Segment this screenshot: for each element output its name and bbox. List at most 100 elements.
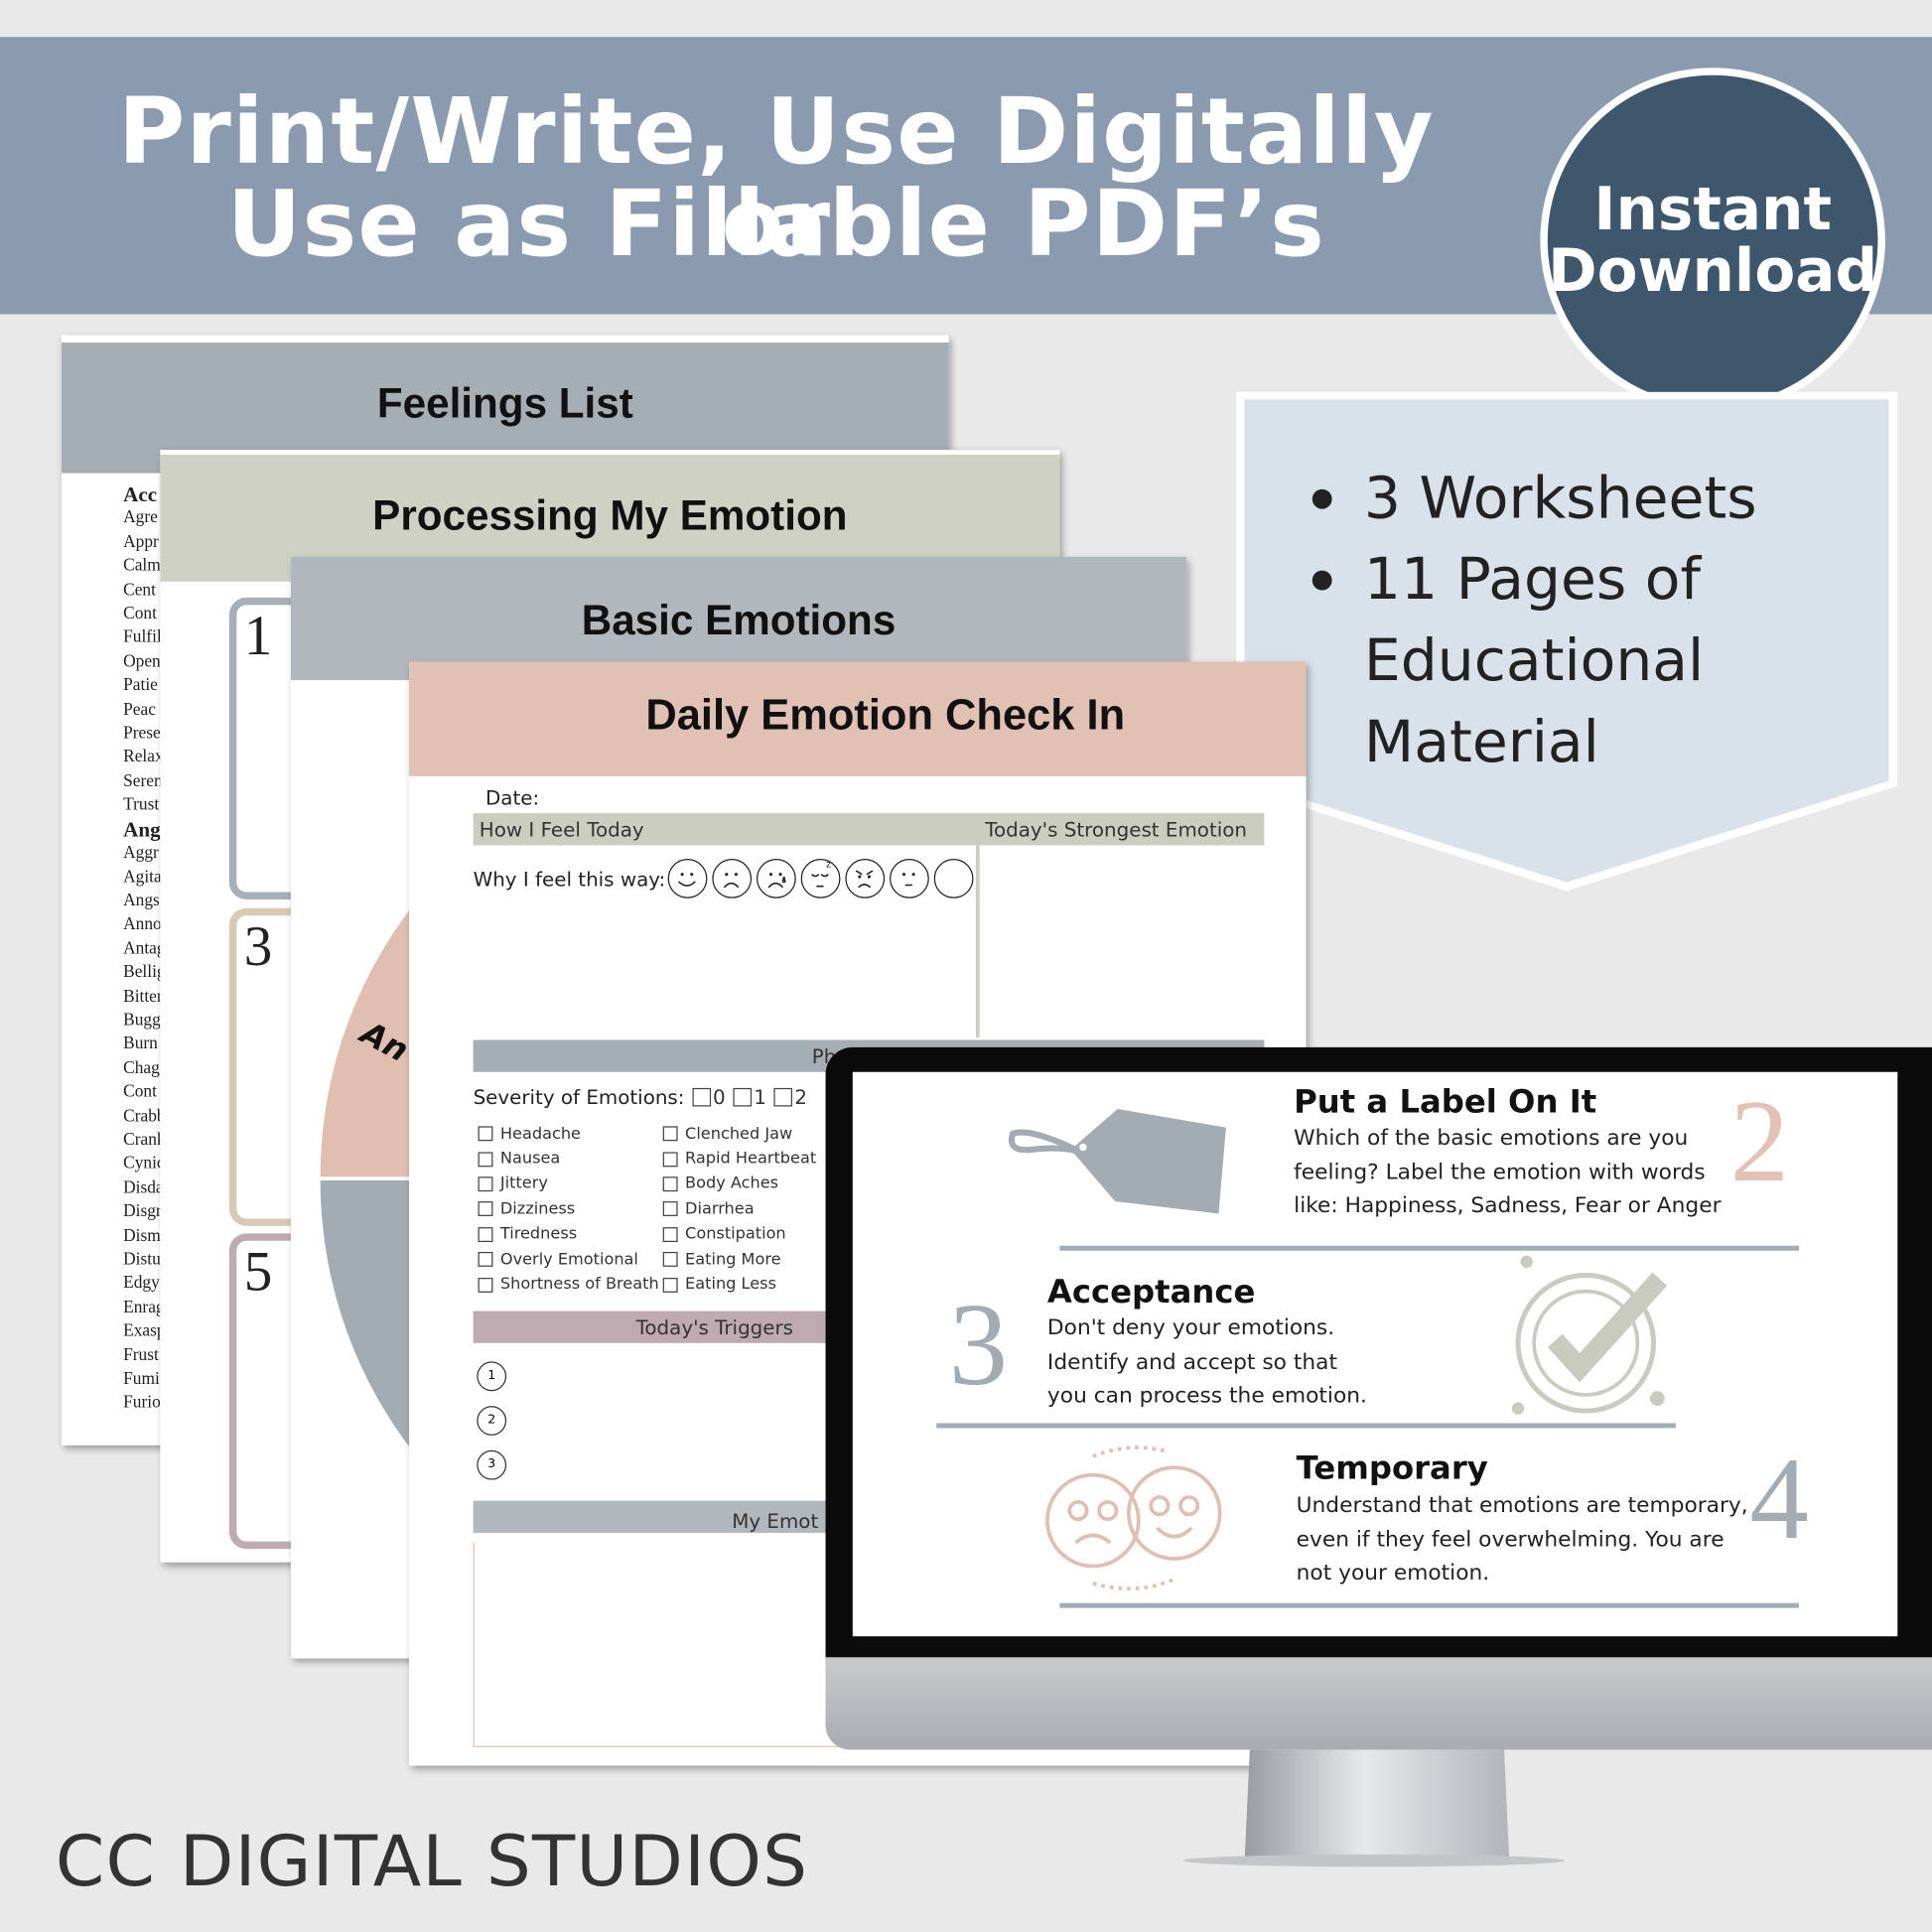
trigger-number: 3	[477, 1449, 507, 1480]
feeling-word: Trust	[123, 796, 160, 815]
step-description: Which of the basic emotions are you feeli…	[1294, 1126, 1722, 1219]
divider	[1059, 1245, 1800, 1251]
step-number: 3	[243, 913, 273, 978]
neutral-face-icon[interactable]	[890, 859, 929, 898]
divider	[1059, 1602, 1800, 1608]
step-title: Put a Label On It	[1294, 1084, 1597, 1122]
feeling-word: Agita	[123, 868, 161, 887]
feeling-word: Burn	[123, 1035, 158, 1054]
badge-line-1: Instant	[1593, 175, 1832, 244]
step-number: 3	[948, 1278, 1009, 1410]
symptom-checkbox[interactable]: Eating More	[662, 1247, 816, 1272]
tag-icon	[1008, 1108, 1226, 1214]
feeling-word: Cynic	[123, 1155, 160, 1173]
how-i-feel-label: How I Feel Today	[479, 818, 644, 842]
feeling-word: Peac	[123, 700, 156, 720]
monitor-stand	[1244, 1749, 1510, 1863]
feeling-word: Appr	[123, 533, 159, 552]
symptom-checkbox[interactable]: Clenched Jaw	[662, 1121, 816, 1146]
symptom-checkbox[interactable]: Nausea	[478, 1147, 659, 1172]
feeling-word: Patie	[123, 676, 158, 696]
feeling-word: Bellig	[123, 963, 160, 983]
feeling-word: Distu	[123, 1250, 161, 1270]
feeling-word: Angs	[123, 892, 160, 911]
step-number: 1	[243, 604, 273, 667]
symptom-checkbox[interactable]: Dizziness	[478, 1196, 659, 1221]
feeling-word: Furio	[123, 1394, 161, 1413]
feeling-word: Seren	[123, 772, 161, 791]
crying-face-icon[interactable]	[757, 859, 796, 898]
triggers-label: Today's Triggers	[635, 1315, 794, 1340]
symptom-checkbox[interactable]: Diarrhea	[662, 1196, 816, 1221]
feeling-word: Fulfil	[123, 628, 161, 648]
strongest-emotion-label: Today's Strongest Emotion	[985, 818, 1247, 842]
faces-cycle-icon	[1045, 1446, 1222, 1591]
symptoms-column-1: Headache Nausea Jittery Dizziness Tiredness O…	[478, 1121, 659, 1297]
feeling-word: Anno	[123, 915, 161, 935]
step-title: Temporary	[1296, 1449, 1488, 1488]
feeling-word: Frust	[123, 1346, 159, 1365]
my-emotion-label: My Emot	[732, 1509, 819, 1533]
symptom-checkbox[interactable]: Headache	[478, 1121, 659, 1146]
symptom-checkbox[interactable]: Constipation	[662, 1222, 816, 1247]
feeling-word: Crabb	[123, 1107, 160, 1126]
symptom-checkbox[interactable]: Rapid Heartbeat	[662, 1147, 816, 1172]
severity-option[interactable]: 2	[773, 1084, 807, 1109]
symptom-checkbox[interactable]: Tiredness	[478, 1222, 659, 1247]
angry-face-icon[interactable]	[845, 859, 886, 898]
monitor-screen: Put a Label On It Which of the basic emo…	[852, 1071, 1898, 1637]
feeling-word: Aggr	[123, 844, 159, 863]
instant-download-badge: Instant Download	[1540, 68, 1885, 413]
why-label: Why I feel this way:	[473, 867, 666, 891]
trigger-number: 1	[477, 1361, 507, 1392]
symptom-checkbox[interactable]: Shortness of Breath	[478, 1272, 659, 1297]
feeling-word: Cont	[123, 605, 157, 624]
trigger-number: 2	[477, 1406, 507, 1436]
feeling-word: Bitter	[123, 987, 161, 1007]
feeling-word: Cent	[123, 581, 156, 600]
feeling-word: Ang	[123, 817, 161, 842]
step-number: 4	[1749, 1432, 1809, 1564]
feature-item: 3 Worksheets	[1311, 459, 1757, 540]
severity-row: Severity of Emotions: 0 1 2	[474, 1084, 807, 1109]
feeling-word: Crank	[123, 1131, 160, 1150]
feeling-word: Enrag	[123, 1298, 160, 1317]
feature-item-cont: Material	[1363, 708, 1599, 776]
badge-line-2: Download	[1548, 236, 1878, 306]
headline-line-2: Use as Fillable PDF’s	[226, 171, 1326, 278]
symptom-checkbox[interactable]: Jittery	[478, 1172, 659, 1196]
symptom-checkbox[interactable]: Overly Emotional	[478, 1247, 659, 1272]
blank-face-icon[interactable]	[933, 859, 974, 898]
happy-face-icon[interactable]	[667, 859, 708, 898]
feeling-word: Cont	[123, 1083, 157, 1102]
severity-option[interactable]: 0	[691, 1084, 726, 1109]
feeling-word: Relax	[123, 748, 161, 767]
sleepy-face-icon[interactable]: z	[800, 859, 841, 898]
faces-row: Why I feel this way: z	[474, 859, 979, 898]
how-i-feel-bar: How I Feel Today Today's Strongest Emoti…	[473, 813, 1265, 846]
monitor-foot	[1182, 1854, 1566, 1867]
symptom-checkbox[interactable]: Eating Less	[662, 1272, 816, 1297]
feeling-word: Chag	[123, 1059, 160, 1078]
feeling-word: Dism	[123, 1226, 161, 1246]
symptom-checkbox[interactable]: Body Aches	[662, 1172, 816, 1196]
brand-name: CC DIGITAL STUDIOS	[55, 1821, 809, 1903]
step-description: Understand that emotions are temporary, e…	[1296, 1493, 1748, 1587]
monitor-chin	[825, 1657, 1932, 1750]
features-list: 3 Worksheets 11 Pages of Educational Mat…	[1311, 459, 1757, 784]
severity-option[interactable]: 1	[733, 1084, 766, 1109]
feelings-word-list: Acc Agre Appr Calm Cent Cont Fulfil Open Patie Pe…	[123, 483, 160, 1416]
svg-text:z: z	[826, 860, 831, 870]
feeling-word: Antag	[123, 939, 160, 959]
feeling-word: Acc	[123, 483, 158, 507]
feeling-word: Prese	[123, 724, 161, 744]
feeling-word: Open	[123, 652, 161, 672]
divider	[936, 1423, 1676, 1429]
feeling-word: Disgr	[123, 1202, 161, 1222]
step-description: Don't deny your emotions. Identify and ac…	[1046, 1315, 1367, 1409]
check-circle-icon	[1511, 1255, 1668, 1415]
feeling-word: Fumi	[123, 1370, 160, 1389]
page-title: Daily Emotion Check In	[409, 661, 1307, 776]
sad-face-icon[interactable]	[712, 859, 753, 898]
feeling-word: Disda	[123, 1178, 161, 1198]
